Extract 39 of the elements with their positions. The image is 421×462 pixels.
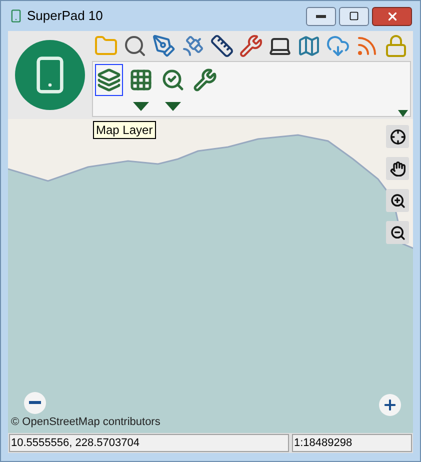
locate-icon xyxy=(390,128,406,144)
locate-button[interactable] xyxy=(386,125,409,148)
maximize-icon xyxy=(349,11,359,21)
map-icon[interactable] xyxy=(297,34,321,58)
cloud-download-icon[interactable] xyxy=(326,34,350,58)
ruler-icon[interactable] xyxy=(210,34,234,58)
map-grid-icon xyxy=(129,68,153,92)
minimize-button[interactable] xyxy=(306,6,336,26)
dropdown-arrow-icon[interactable] xyxy=(133,102,149,111)
window-title: SuperPad 10 xyxy=(27,7,103,26)
map-view[interactable]: Map Layer © OpenStreetMap contributors xyxy=(8,119,413,433)
close-button[interactable] xyxy=(372,6,412,26)
map-attribution: © OpenStreetMap contributors xyxy=(11,414,160,430)
map-tooltip: Map Layer xyxy=(93,121,156,139)
plus-icon xyxy=(382,397,398,413)
ribbon-button[interactable] xyxy=(95,64,123,96)
layers-icon xyxy=(97,68,121,92)
zoom-out-icon xyxy=(390,224,406,240)
minimize-icon xyxy=(316,14,326,18)
pan-hand-icon xyxy=(390,160,406,176)
overflow-arrow-icon[interactable] xyxy=(398,110,408,117)
zoom-in-icon xyxy=(390,192,406,208)
satellite-icon[interactable] xyxy=(181,34,205,58)
zoom-out-button[interactable] xyxy=(24,392,46,414)
minus-icon xyxy=(29,401,41,404)
zoom-in-button[interactable] xyxy=(386,189,409,212)
signal-icon[interactable] xyxy=(355,34,379,58)
close-icon xyxy=(386,10,398,22)
pan-hand-button[interactable] xyxy=(386,157,409,180)
app-icon xyxy=(9,9,23,23)
zoom-in-button[interactable] xyxy=(379,394,401,416)
pencil-icon[interactable] xyxy=(152,34,176,58)
dropdown-arrow-icon[interactable] xyxy=(165,102,181,111)
magnifier-icon[interactable] xyxy=(123,34,147,58)
scale-field: 1:18489298 xyxy=(292,434,412,452)
zoom-out-button[interactable] xyxy=(386,221,409,244)
maximize-button[interactable] xyxy=(339,6,369,26)
coordinates-field: 10.5555556, 228.5703704 xyxy=(9,434,289,452)
wrench-icon xyxy=(193,68,217,92)
